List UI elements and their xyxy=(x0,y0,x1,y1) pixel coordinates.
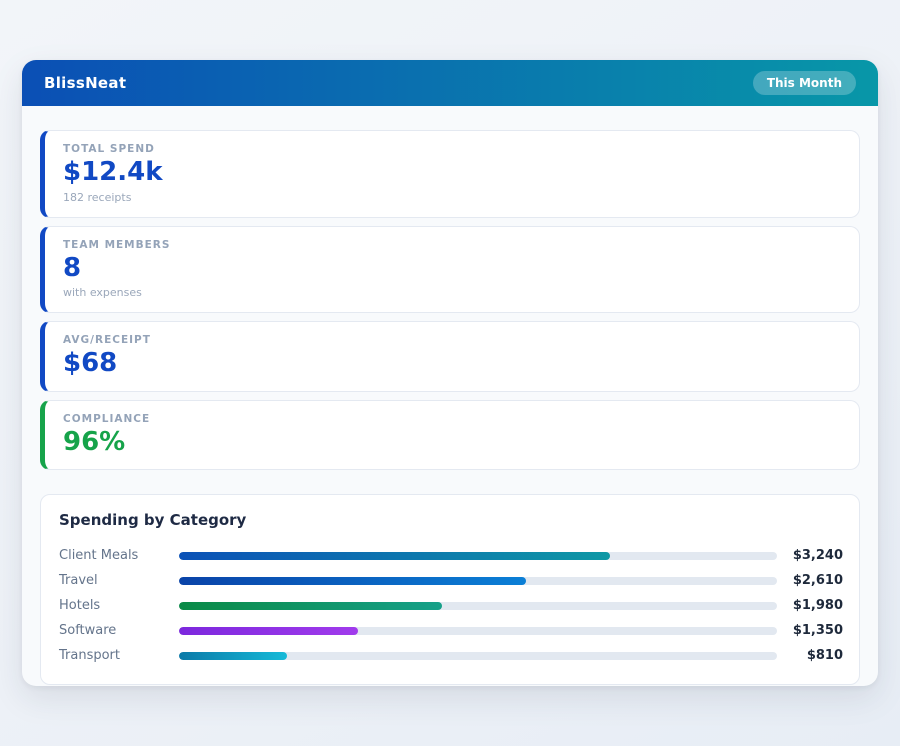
stat-value: $68 xyxy=(63,348,118,379)
stat-value: 96% xyxy=(63,426,126,457)
bar-track xyxy=(179,601,777,610)
dashboard-panel: BlissNeat This Month TOTAL SPEND $12.4k … xyxy=(22,60,878,686)
stat-label: AVG/RECEIPT xyxy=(63,334,151,347)
stat-card-compliance: COMPLIANCE 96% xyxy=(40,399,860,471)
bar-track xyxy=(179,626,777,635)
stat-subtext: with expenses xyxy=(63,286,142,300)
app-header: BlissNeat This Month xyxy=(22,60,878,106)
category-value: $2,610 xyxy=(792,573,843,589)
spending-by-category-chart: Spending by Category Client Meals $3,240… xyxy=(40,494,860,686)
stat-subtext: 182 receipts xyxy=(63,190,132,204)
category-label: Transport xyxy=(59,648,121,664)
stat-card-team-members: TEAM MEMBERS 8 with expenses xyxy=(40,225,860,314)
period-badge[interactable]: This Month xyxy=(752,71,856,95)
category-label: Client Meals xyxy=(59,548,139,564)
category-label: Hotels xyxy=(59,598,101,614)
chart-row-transport: Transport $810 xyxy=(57,643,843,668)
bar-fill xyxy=(179,651,287,660)
stat-card-total-spend: TOTAL SPEND $12.4k 182 receipts xyxy=(40,130,860,218)
stat-value: 8 xyxy=(63,252,82,283)
category-value: $1,350 xyxy=(792,623,843,639)
app-title: BlissNeat xyxy=(44,74,127,92)
chart-row-software: Software $1,350 xyxy=(57,618,843,643)
bar-track xyxy=(179,551,777,560)
stat-card-avg-receipt: AVG/RECEIPT $68 xyxy=(40,321,860,392)
chart-row-travel: Travel $2,610 xyxy=(57,568,843,593)
category-label: Software xyxy=(59,623,117,639)
category-value: $810 xyxy=(806,648,843,664)
bar-fill xyxy=(179,551,610,560)
chart-row-client-meals: Client Meals $3,240 xyxy=(57,543,843,568)
bar-fill xyxy=(179,576,526,585)
chart-row-hotels: Hotels $1,980 xyxy=(57,593,843,618)
stat-label: TOTAL SPEND xyxy=(63,143,155,155)
stat-label: COMPLIANCE xyxy=(63,412,151,425)
category-value: $1,980 xyxy=(792,598,843,614)
bar-fill xyxy=(179,626,359,635)
chart-title: Spending by Category xyxy=(59,511,247,530)
category-value: $3,240 xyxy=(792,548,843,564)
bar-track xyxy=(179,576,777,585)
stat-label: TEAM MEMBERS xyxy=(63,238,171,251)
dashboard-content: TOTAL SPEND $12.4k 182 receipts TEAM MEM… xyxy=(22,106,878,686)
bar-track xyxy=(179,651,777,660)
bar-fill xyxy=(179,601,443,610)
category-label: Travel xyxy=(59,573,98,589)
stat-value: $12.4k xyxy=(63,157,163,187)
